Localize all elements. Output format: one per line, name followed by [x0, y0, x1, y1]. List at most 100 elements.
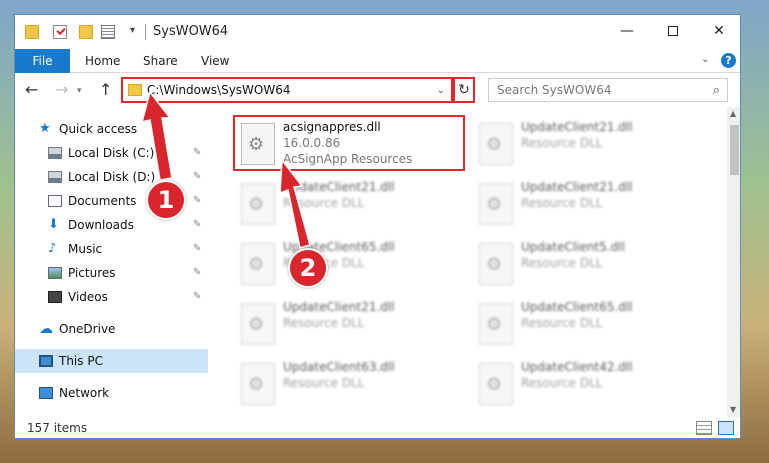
minimize-button[interactable]: —	[604, 15, 650, 47]
file-name: UpdateClient42.dll	[521, 360, 633, 374]
onedrive-icon: ☁	[39, 321, 53, 337]
navigation-bar: ← → ▾ ↑ C:\Windows\SysWOW64 ⌄ ↻ Search S…	[15, 73, 740, 107]
title-bar: ▾ SysWOW64 — ✕	[15, 15, 740, 49]
dll-file-icon	[241, 123, 275, 165]
search-icon[interactable]: ⌕	[713, 83, 720, 98]
sidebar-item-label: Local Disk (D:)	[68, 170, 156, 184]
scroll-up-icon[interactable]: ▲	[730, 109, 736, 118]
address-bar[interactable]: C:\Windows\SysWOW64 ⌄	[121, 77, 453, 103]
details-view-icon[interactable]	[696, 421, 712, 435]
window-title: SysWOW64	[153, 24, 229, 39]
file-version: 16.0.0.86	[283, 136, 341, 150]
tab-home[interactable]: Home	[85, 49, 120, 73]
sidebar-item-quick-access[interactable]: ★ Quick access	[15, 117, 208, 141]
folder-icon	[128, 84, 142, 96]
up-button[interactable]: ↑	[99, 80, 112, 99]
file-description: Resource DLL	[521, 316, 603, 330]
file-item[interactable]: UpdateClient21.dll Resource DLL	[235, 177, 467, 233]
file-name: acsignappres.dll	[283, 120, 381, 134]
explorer-window: ▾ SysWOW64 — ✕ File Home Share View ⌄ ? …	[14, 14, 741, 439]
network-icon	[39, 387, 53, 399]
forward-button[interactable]: →	[55, 80, 68, 99]
refresh-button[interactable]: ↻	[453, 77, 475, 103]
address-dropdown-icon[interactable]: ⌄	[437, 85, 445, 96]
maximize-button[interactable]	[650, 15, 696, 47]
file-name: UpdateClient21.dll	[521, 180, 633, 194]
file-item[interactable]: UpdateClient65.dll Resource DLL	[235, 237, 467, 293]
file-name: UpdateClient63.dll	[283, 360, 395, 374]
file-name: UpdateClient21.dll	[283, 300, 395, 314]
file-description: Resource DLL	[283, 376, 365, 390]
disk-icon	[48, 171, 62, 183]
dll-file-icon	[479, 123, 513, 165]
back-button[interactable]: ←	[25, 80, 38, 99]
sidebar-item-music[interactable]: ♪ Music ✎	[15, 237, 208, 261]
file-item[interactable]: UpdateClient21.dll Resource DLL	[473, 117, 705, 173]
tab-view[interactable]: View	[201, 49, 229, 73]
step-1-badge: 1	[146, 180, 186, 220]
file-item[interactable]: UpdateClient21.dll Resource DLL	[473, 177, 705, 233]
folder-icon[interactable]	[25, 25, 39, 39]
star-icon: ★	[39, 121, 51, 136]
pin-icon[interactable]: ✎	[193, 189, 201, 213]
file-name: UpdateClient21.dll	[521, 120, 633, 134]
file-name: UpdateClient5.dll	[521, 240, 625, 254]
pin-icon[interactable]: ✎	[193, 261, 201, 285]
file-item-acsignappres[interactable]: acsignappres.dll 16.0.0.86 AcSignApp Res…	[233, 115, 465, 171]
sidebar-item-label: Network	[59, 386, 110, 400]
pc-icon	[39, 355, 53, 367]
pin-icon[interactable]: ✎	[193, 213, 201, 237]
new-folder-icon[interactable]	[79, 25, 93, 39]
music-icon: ♪	[48, 241, 57, 256]
scroll-thumb[interactable]	[730, 125, 739, 175]
vertical-scrollbar[interactable]: ▲ ▼	[727, 107, 740, 417]
sidebar-item-pictures[interactable]: Pictures ✎	[15, 261, 208, 285]
help-icon[interactable]: ?	[721, 53, 736, 68]
customize-icon[interactable]	[101, 25, 115, 39]
sidebar-item-label: Pictures	[68, 266, 116, 280]
quick-access-dropdown-icon[interactable]: ▾	[130, 25, 135, 36]
expand-ribbon-icon[interactable]: ⌄	[701, 54, 709, 65]
tab-share[interactable]: Share	[143, 49, 178, 73]
file-item[interactable]: UpdateClient5.dll Resource DLL	[473, 237, 705, 293]
address-path[interactable]: C:\Windows\SysWOW64	[147, 83, 291, 97]
search-input[interactable]: Search SysWOW64 ⌕	[488, 78, 728, 102]
dll-file-icon	[479, 303, 513, 345]
file-description: Resource DLL	[283, 196, 365, 210]
tab-file[interactable]: File	[15, 49, 70, 73]
sidebar-item-onedrive[interactable]: ☁ OneDrive	[15, 317, 208, 341]
search-placeholder: Search SysWOW64	[497, 83, 612, 97]
properties-check-icon[interactable]	[53, 25, 67, 39]
recent-locations-dropdown-icon[interactable]: ▾	[77, 86, 82, 96]
file-description: Resource DLL	[521, 256, 603, 270]
file-item[interactable]: UpdateClient65.dll Resource DLL	[473, 297, 705, 353]
sidebar-item-downloads[interactable]: ⬇ Downloads ✎	[15, 213, 208, 237]
pin-icon[interactable]: ✎	[193, 237, 201, 261]
file-description: Resource DLL	[283, 316, 365, 330]
dll-file-icon	[241, 243, 275, 285]
file-item[interactable]: UpdateClient21.dll Resource DLL	[235, 297, 467, 353]
sidebar-item-label: Downloads	[68, 218, 134, 232]
file-item[interactable]: UpdateClient42.dll Resource DLL	[473, 357, 705, 413]
sidebar-item-label: Local Disk (C:)	[68, 146, 155, 160]
sidebar-item-local-disk-c[interactable]: Local Disk (C:) ✎	[15, 141, 208, 165]
pin-icon[interactable]: ✎	[193, 285, 201, 309]
file-item[interactable]: UpdateClient63.dll Resource DLL	[235, 357, 467, 413]
pin-icon[interactable]: ✎	[193, 165, 201, 189]
item-count: 157 items	[27, 421, 88, 435]
documents-icon	[48, 195, 62, 207]
pictures-icon	[48, 267, 62, 279]
sidebar-item-videos[interactable]: Videos ✎	[15, 285, 208, 309]
file-name: UpdateClient21.dll	[283, 180, 395, 194]
pin-icon[interactable]: ✎	[193, 141, 201, 165]
file-description: Resource DLL	[521, 376, 603, 390]
dll-file-icon	[479, 363, 513, 405]
sidebar-item-network[interactable]: Network	[15, 381, 208, 405]
close-button[interactable]: ✕	[696, 15, 740, 47]
large-icons-view-icon[interactable]	[718, 421, 734, 435]
navigation-pane: ★ Quick access Local Disk (C:) ✎ Local D…	[15, 107, 208, 417]
scroll-down-icon[interactable]: ▼	[730, 405, 736, 414]
dll-file-icon	[479, 243, 513, 285]
sidebar-item-this-pc[interactable]: This PC	[15, 349, 208, 373]
file-description: Resource DLL	[521, 196, 603, 210]
